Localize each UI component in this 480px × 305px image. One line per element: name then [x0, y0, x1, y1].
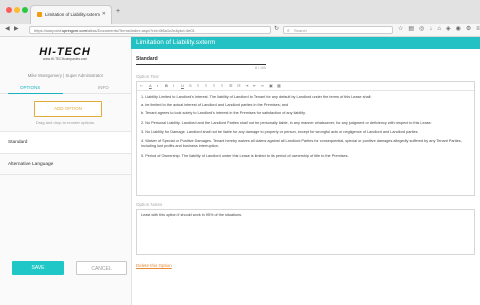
paragraph: 5. Period of Ownership. The liability of… [141, 154, 349, 158]
strikethrough-icon[interactable]: S [189, 83, 192, 88]
option-item-standard[interactable]: Standard [0, 131, 131, 153]
sync-icon[interactable]: ⚙ [466, 26, 476, 32]
pocket-icon[interactable]: ◎ [419, 26, 429, 32]
forward-icon[interactable]: ▶ [14, 25, 19, 32]
bold-icon[interactable]: B [165, 83, 168, 88]
share-icon[interactable]: ◈ [446, 26, 456, 32]
underline-icon[interactable]: U [181, 83, 184, 88]
company-logo: HI-TECH www.HI-TECHcompanies.com [25, 46, 105, 66]
extension-icon[interactable]: ◉ [456, 26, 466, 32]
options-sidebar: HI-TECH www.HI-TECHcompanies.com Mike Mo… [0, 37, 132, 305]
add-option-button[interactable]: ADD OPTION [34, 101, 102, 117]
option-notes-textarea[interactable]: Least with this option if should work in… [136, 209, 475, 255]
reload-icon[interactable]: ↻ [274, 25, 279, 32]
drag-hint: Drag and drop to reorder options. [35, 120, 96, 125]
tab-info[interactable]: INFO [98, 85, 109, 90]
cancel-button[interactable]: CANCEL [76, 261, 127, 275]
toolbar-icons: ☆▤◎↓⌂◈◉⚙≡ [398, 25, 480, 32]
highlight-icon[interactable]: ▪ [157, 83, 158, 88]
browser-search-field[interactable]: ⌕ Search [283, 26, 393, 34]
address-toolbar: ◀ ▶ https://ssepoint.springcm.com/atlas/… [0, 24, 480, 37]
numbered-list-icon[interactable]: ☷ [237, 83, 241, 88]
close-tab-icon[interactable]: ✕ [102, 11, 106, 17]
reading-list-icon[interactable]: ▤ [408, 26, 419, 32]
image-icon[interactable]: ▣ [269, 83, 273, 88]
search-placeholder: Search [294, 28, 307, 33]
text-color-icon[interactable]: A [149, 83, 152, 88]
sidebar-tabs: OPTIONS INFO [0, 83, 131, 94]
tab-title: Limitation of Liability.sxterm [45, 12, 100, 17]
url-domain: springcm.com [62, 28, 87, 33]
paragraph: b. Tenant agrees to look solely to Landl… [141, 111, 306, 115]
paragraph: 1. Liability Limited to Landlord's Inter… [141, 95, 372, 99]
browser-tab[interactable]: Limitation of Liability.sxterm ✕ [30, 5, 112, 25]
home-icon[interactable]: ⌂ [437, 26, 446, 32]
editor-toolbar: ‹› A ▪ B I U S ≡ ≡ ≡ ≡ ☰ ☷ ⇥ ⇤ ∞ ▣ ▦ [137, 82, 474, 91]
source-icon[interactable]: ‹› [140, 83, 143, 88]
option-text-label: Option Text [136, 74, 159, 79]
bookmark-star-icon[interactable]: ☆ [398, 26, 408, 32]
save-button[interactable]: SAVE [12, 261, 64, 275]
italic-icon[interactable]: I [173, 83, 174, 88]
favicon-icon [37, 12, 42, 17]
paragraph: 4. Waiver of Special or Punitive Damages… [141, 139, 462, 148]
option-item-alternative-language[interactable]: Alternative Language [0, 153, 131, 175]
search-icon: ⌕ [287, 28, 290, 34]
active-tab-indicator [8, 93, 63, 94]
url-field[interactable]: https://ssepoint.springcm.com/atlas/Docu… [29, 26, 271, 34]
url-path: /atlas/Documents/Terms/index.aspx?rid=0f… [86, 28, 195, 33]
delete-option-link[interactable]: Delete this Option [136, 263, 172, 268]
paragraph: 2. No Personal Liability. Landlord and t… [141, 121, 432, 125]
browser-window: Limitation of Liability.sxterm ✕ + ◀ ▶ h… [0, 0, 480, 305]
logo-subtext: www.HI-TECHcompanies.com [42, 57, 88, 61]
indent-icon[interactable]: ⇥ [245, 83, 248, 88]
option-text-editor[interactable]: ‹› A ▪ B I U S ≡ ≡ ≡ ≡ ☰ ☷ ⇥ ⇤ ∞ ▣ ▦ 1. … [136, 81, 475, 196]
option-name-underline [136, 64, 266, 65]
option-name-input[interactable]: Standard [136, 56, 475, 62]
align-center-icon[interactable]: ≡ [205, 83, 207, 88]
paragraph: a. be limited to the actual interest of … [141, 103, 289, 107]
browser-tab-bar: Limitation of Liability.sxterm ✕ + [0, 0, 480, 25]
page-header: Limitation of Liability.sxterm [131, 37, 480, 49]
back-icon[interactable]: ◀ [5, 25, 10, 32]
new-tab-icon[interactable]: + [116, 8, 120, 15]
menu-icon[interactable]: ≡ [476, 26, 480, 32]
page-title: Limitation of Liability.sxterm [136, 39, 216, 46]
minimize-window-icon[interactable] [14, 7, 20, 13]
character-count: 8 / 100 [255, 66, 266, 70]
option-notes-label: Option Notes [136, 202, 163, 207]
outdent-icon[interactable]: ⇤ [253, 83, 256, 88]
align-left-icon[interactable]: ≡ [197, 83, 199, 88]
user-info: Mike Montgomery | Super Administrator [27, 73, 104, 78]
link-icon[interactable]: ∞ [261, 83, 264, 88]
zoom-window-icon[interactable] [22, 7, 28, 13]
tab-options[interactable]: OPTIONS [20, 85, 40, 90]
url-prefix: https://ssepoint. [34, 28, 63, 33]
bullet-list-icon[interactable]: ☰ [229, 83, 233, 88]
paragraph: 3. No Liability for Damage. Landlord sha… [141, 130, 419, 134]
align-right-icon[interactable]: ≡ [213, 83, 215, 88]
justify-icon[interactable]: ≡ [221, 83, 223, 88]
close-window-icon[interactable] [6, 7, 12, 13]
table-icon[interactable]: ▦ [277, 83, 281, 88]
